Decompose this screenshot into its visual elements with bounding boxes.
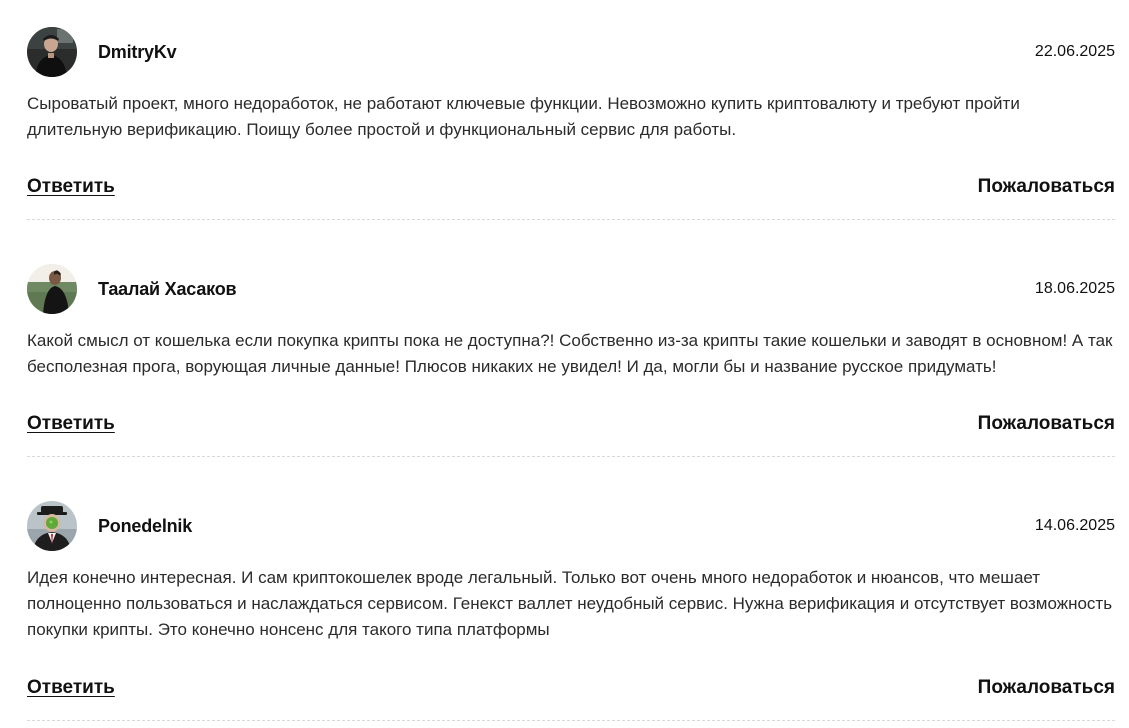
reply-link[interactable]: Ответить (27, 677, 115, 699)
review-item: Таалай Хасаков 18.06.2025 Какой смысл от… (27, 264, 1115, 380)
review-text: Идея конечно интересная. И сам криптокош… (27, 568, 1113, 639)
review-text: Какой смысл от кошелька если покупка кри… (27, 331, 1113, 376)
reply-link[interactable]: Ответить (27, 176, 115, 198)
review-date: 14.06.2025 (1034, 517, 1115, 534)
divider (27, 456, 1115, 457)
review-header: DmitryKv 22.06.2025 (27, 27, 1115, 79)
author-name: DmitryKv (98, 42, 177, 62)
divider (27, 720, 1115, 721)
report-link[interactable]: Пожаловаться (978, 176, 1115, 198)
report-link[interactable]: Пожаловаться (978, 677, 1115, 699)
review-item: Ponedelnik 14.06.2025 Идея конечно интер… (27, 501, 1115, 643)
review-date: 22.06.2025 (1034, 43, 1115, 60)
reply-link[interactable]: Ответить (27, 413, 115, 435)
avatar (27, 501, 77, 551)
review-header: Ponedelnik 14.06.2025 (27, 501, 1115, 553)
avatar (27, 27, 77, 77)
reviews-list: DmitryKv 22.06.2025 Сыроватый проект, мн… (0, 0, 1129, 728)
review-text: Сыроватый проект, много недоработок, не … (27, 94, 1020, 139)
review-date: 18.06.2025 (1034, 280, 1115, 297)
review-actions: Ответить Пожаловаться (27, 677, 1115, 707)
review-actions: Ответить Пожаловаться (27, 176, 1115, 206)
review-item: DmitryKv 22.06.2025 Сыроватый проект, мн… (27, 27, 1115, 143)
review-header: Таалай Хасаков 18.06.2025 (27, 264, 1115, 316)
report-link[interactable]: Пожаловаться (978, 413, 1115, 435)
divider (27, 219, 1115, 220)
review-actions: Ответить Пожаловаться (27, 413, 1115, 443)
author-name: Ponedelnik (98, 516, 193, 536)
avatar (27, 264, 77, 314)
author-name: Таалай Хасаков (98, 279, 237, 299)
